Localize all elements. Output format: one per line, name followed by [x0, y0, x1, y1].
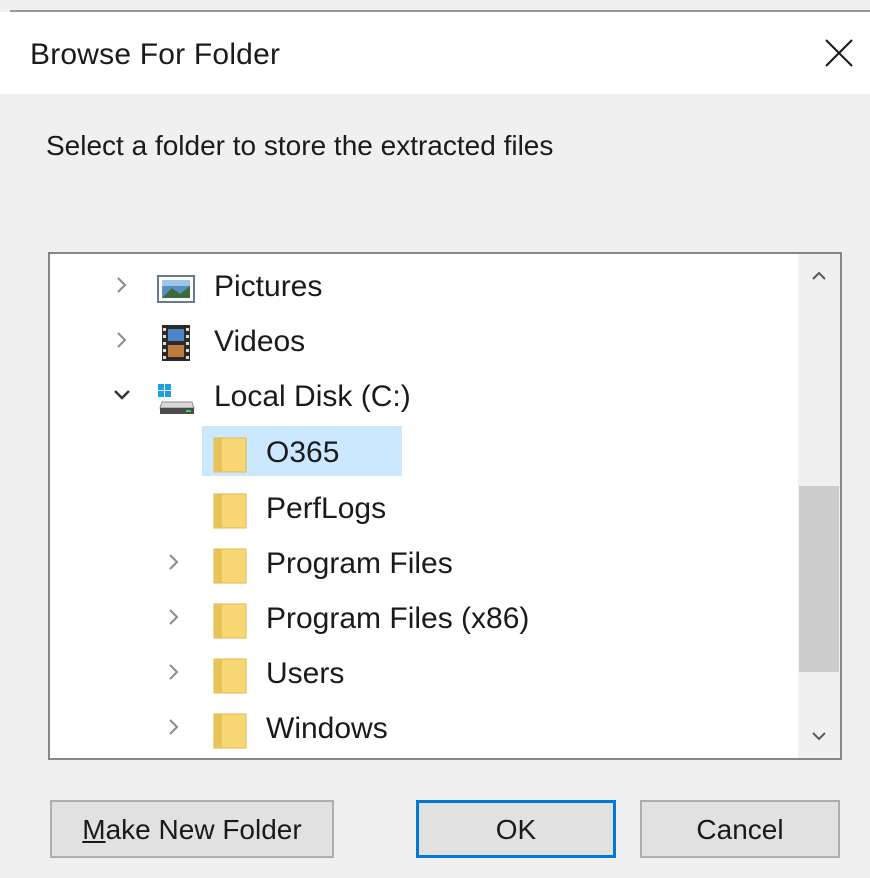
vertical-scrollbar[interactable]: [798, 254, 840, 758]
access-key: M: [82, 814, 106, 845]
chevron-up-icon: [812, 271, 826, 280]
tree-item-label: Program Files (x86): [266, 602, 530, 635]
folder-icon: [213, 603, 247, 639]
button-label: ake New Folder: [105, 814, 302, 845]
tree-item-pictures[interactable]: Pictures: [50, 260, 798, 310]
tree-item-videos[interactable]: Videos: [50, 315, 798, 365]
close-button[interactable]: [810, 24, 866, 80]
local-disk-icon: [158, 384, 195, 414]
chevron-right-icon[interactable]: [110, 273, 134, 297]
folder-icon: [213, 658, 247, 694]
ok-button[interactable]: OK: [416, 800, 616, 858]
folder-icon: [213, 713, 247, 749]
tree-item-label: Videos: [214, 325, 306, 358]
tree-item-o365[interactable]: O365: [50, 426, 798, 476]
scroll-up-button[interactable]: [798, 254, 840, 298]
tree-item-label: Users: [266, 657, 345, 690]
videos-icon: [162, 325, 190, 361]
make-new-folder-button[interactable]: Make New Folder: [50, 800, 334, 858]
folder-tree[interactable]: Pictures Videos Local Disk (C:) O365 Per…: [48, 252, 842, 760]
tree-item-label: Pictures: [214, 270, 323, 303]
window-title: Browse For Folder: [30, 38, 281, 71]
cancel-button[interactable]: Cancel: [640, 800, 840, 858]
tree-item-program-files-x86[interactable]: Program Files (x86): [50, 592, 798, 642]
scroll-down-button[interactable]: [798, 714, 840, 758]
folder-icon: [213, 493, 247, 529]
chevron-down-icon[interactable]: [110, 383, 134, 407]
tree-item-label: O365: [266, 436, 340, 469]
chevron-right-icon[interactable]: [162, 660, 186, 684]
tree-item-users[interactable]: Users: [50, 647, 798, 697]
chevron-right-icon[interactable]: [110, 328, 134, 352]
tree-item-windows[interactable]: Windows: [50, 702, 798, 752]
chevron-down-icon: [812, 732, 826, 741]
browse-for-folder-dialog: Browse For Folder Select a folder to sto…: [0, 0, 870, 878]
folder-icon: [213, 437, 247, 473]
tree-item-label: Program Files: [266, 547, 453, 580]
tree-item-label: PerfLogs: [266, 492, 387, 525]
close-icon: [825, 39, 853, 67]
chevron-right-icon[interactable]: [162, 715, 186, 739]
chevron-right-icon[interactable]: [162, 550, 186, 574]
tree-item-perflogs[interactable]: PerfLogs: [50, 482, 798, 532]
tree-item-label: Local Disk (C:): [214, 380, 411, 413]
scroll-thumb[interactable]: [799, 486, 839, 672]
title-bar[interactable]: Browse For Folder: [0, 12, 870, 94]
tree-item-local-disk[interactable]: Local Disk (C:): [50, 370, 798, 420]
instruction-text: Select a folder to store the extracted f…: [46, 130, 554, 161]
tree-item-program-files[interactable]: Program Files: [50, 537, 798, 587]
folder-icon: [213, 548, 247, 584]
pictures-icon: [157, 275, 195, 303]
tree-item-label: Windows: [266, 712, 388, 745]
chevron-right-icon[interactable]: [162, 605, 186, 629]
